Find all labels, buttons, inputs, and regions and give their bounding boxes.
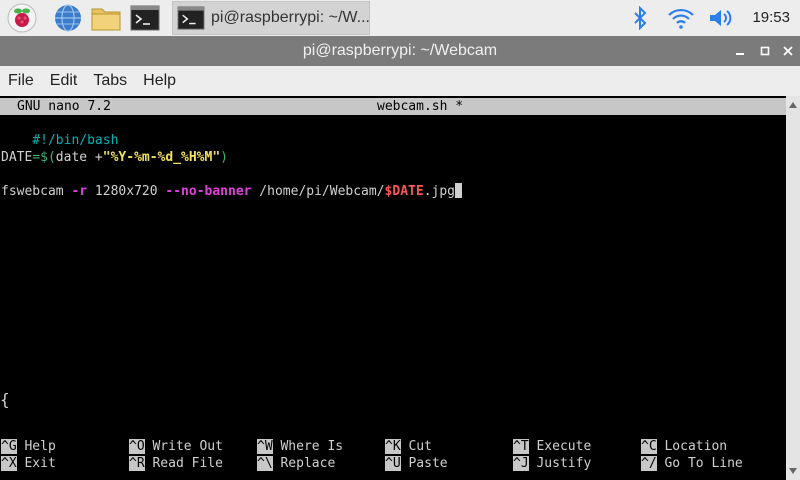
close-icon[interactable] [780,43,796,59]
code-token: =$( [32,150,56,165]
shortcut-help[interactable]: ^G Help [1,438,56,455]
nano-filename: webcam.sh * [377,99,464,114]
maximize-icon[interactable] [757,43,773,59]
menu-tabs[interactable]: Tabs [85,66,135,96]
code-token: date + [55,150,103,165]
code-token: fswebcam [1,184,72,199]
code-line: fswebcam -r 1280x720 --no-banner /home/p… [1,183,462,200]
nano-title-bar: GNU nano 7.2 webcam.sh * [0,98,786,115]
stray-brace: { [0,390,10,409]
shortcut-write-out[interactable]: ^O Write Out [129,438,223,455]
taskbar: pi@raspberrypi: ~/W... 19:53 [0,0,800,36]
shortcut-execute[interactable]: ^T Execute [513,438,591,455]
code-token: .jpg [423,184,455,199]
folder-icon[interactable] [90,2,122,34]
code-token: DATE [1,150,33,165]
shortcut-where-is[interactable]: ^W Where Is [257,438,343,455]
menu-file[interactable]: File [0,66,42,96]
scroll-up-icon[interactable] [786,98,800,112]
raspberry-icon[interactable] [6,2,38,34]
terminal-area[interactable]: GNU nano 7.2 webcam.sh * #!/bin/bash DAT… [0,96,786,480]
wifi-icon[interactable] [666,2,696,34]
code-token: -r [71,184,88,199]
shortcut-replace[interactable]: ^\ Replace [257,455,335,472]
code-token: $DATE [384,184,424,199]
menu-help[interactable]: Help [135,66,184,96]
window-titlebar[interactable]: pi@raspberrypi: ~/Webcam [0,36,800,66]
code-token: #!/bin/bash [32,133,119,148]
terminal-icon [177,6,205,30]
window-title: pi@raspberrypi: ~/Webcam [302,42,498,59]
volume-icon[interactable] [706,2,736,34]
code-token: --no-banner [165,184,252,199]
globe-icon[interactable] [52,2,84,34]
shortcut-cut[interactable]: ^K Cut [385,438,432,455]
shortcut-exit[interactable]: ^X Exit [1,455,56,472]
shortcut-read-file[interactable]: ^R Read File [129,455,223,472]
scroll-down-icon[interactable] [786,464,800,478]
shortcut-justify[interactable]: ^J Justify [513,455,591,472]
clock[interactable]: 19:53 [752,0,790,36]
text-cursor [455,183,462,198]
menu-edit[interactable]: Edit [42,66,86,96]
code-line: DATE=$(date +"%Y-%m-%d_%H%M") [1,149,228,166]
minimize-icon[interactable] [732,43,748,59]
taskbar-window-button[interactable]: pi@raspberrypi: ~/W... [172,1,370,35]
code-line: #!/bin/bash [1,115,118,148]
shortcut-location[interactable]: ^C Location [641,438,727,455]
shortcut-paste[interactable]: ^U Paste [385,455,448,472]
nano-version: GNU nano 7.2 [17,99,111,114]
terminal-scrollbar[interactable] [786,96,800,480]
code-token: /home/pi/Webcam/ [251,184,385,199]
shortcut-go-to-line[interactable]: ^/ Go To Line [641,455,743,472]
menubar: File Edit Tabs Help [0,66,800,96]
code-token: ) [220,150,228,165]
code-token: "%Y-%m-%d_%H%M" [102,150,221,165]
code-token: 1280x720 [87,184,166,199]
terminal-icon[interactable] [129,2,161,34]
taskbar-window-label: pi@raspberrypi: ~/W... [211,9,369,26]
bluetooth-icon[interactable] [628,2,652,34]
